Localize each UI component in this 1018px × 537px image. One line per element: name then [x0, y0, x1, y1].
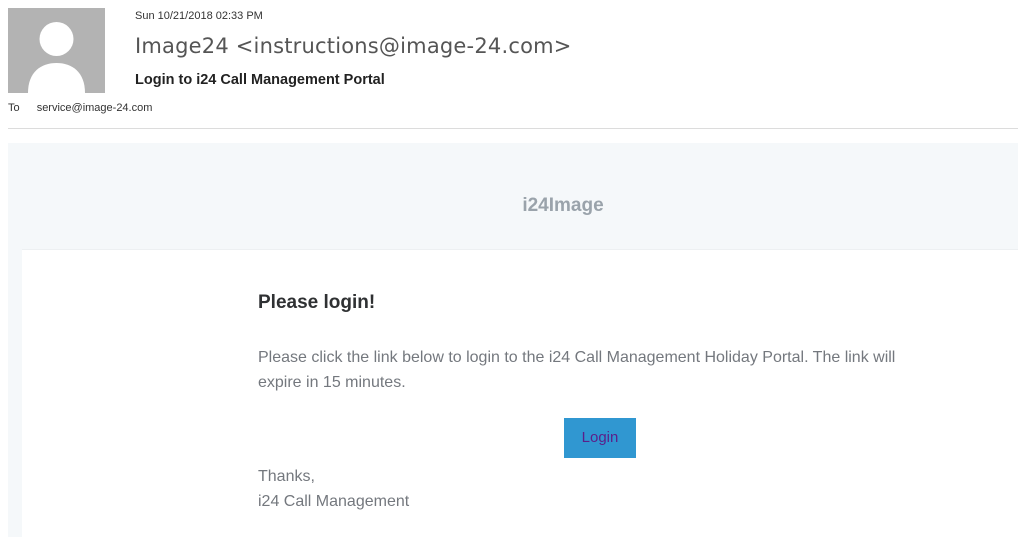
sign-off-signature: i24 Call Management — [258, 493, 410, 510]
brand-name: i24Image — [522, 195, 604, 216]
login-button[interactable]: Login — [564, 418, 636, 458]
email-body-frame: i24Image Please login! Please click the … — [8, 143, 1018, 537]
email-viewer: Sun 10/21/2018 02:33 PM Image24 <instruc… — [0, 0, 1018, 537]
email-sender[interactable]: Image24 <instructions@image-24.com> — [135, 34, 572, 58]
recipient-row: To service@image-24.com — [8, 102, 152, 114]
email-subject: Login to i24 Call Management Portal — [135, 72, 385, 88]
person-silhouette-icon — [8, 8, 105, 93]
email-message: Please click the link below to login to … — [258, 349, 896, 391]
email-heading: Please login! — [258, 292, 376, 313]
email-card: Please login! Please click the link belo… — [22, 249, 1018, 537]
to-label: To — [8, 102, 20, 114]
sign-off-thanks: Thanks, — [258, 468, 315, 485]
email-timestamp: Sun 10/21/2018 02:33 PM — [135, 10, 263, 22]
sender-avatar — [8, 8, 105, 93]
header-divider — [8, 128, 1018, 129]
email-sign-off: Thanks, i24 Call Management — [258, 464, 409, 514]
recipient-address[interactable]: service@image-24.com — [37, 102, 153, 114]
